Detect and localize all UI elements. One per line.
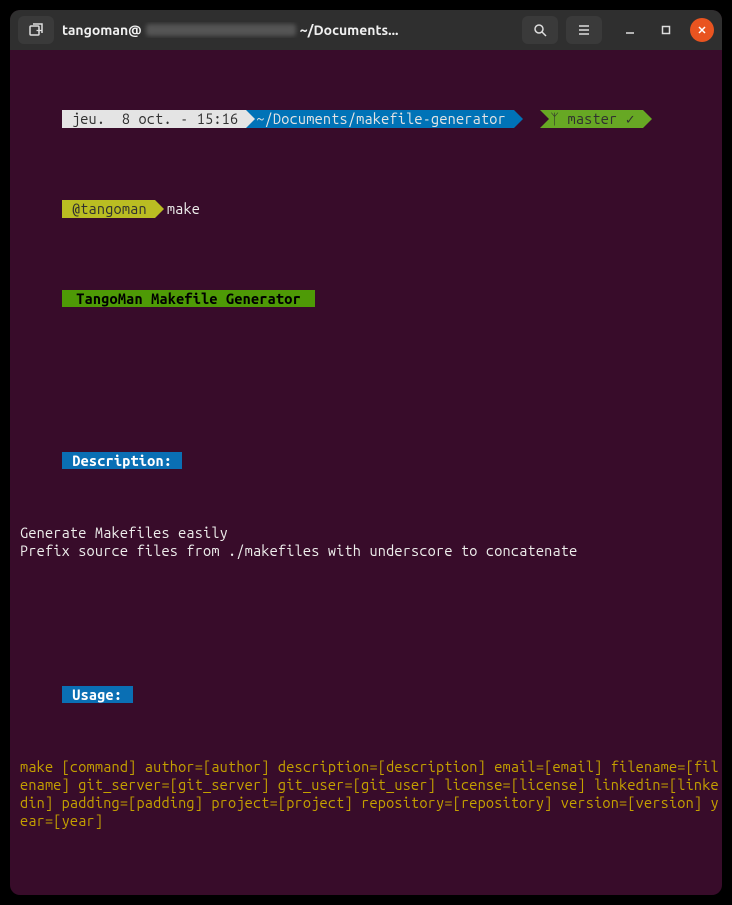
title-path: ~/Documents... — [300, 22, 399, 38]
description-line: Prefix source files from ./makefiles wit… — [12, 542, 720, 560]
usage-text: make [command] author=[author] descripti… — [12, 758, 720, 830]
window-title: tangoman@ ~/Documents... — [62, 22, 514, 38]
git-branch-icon: ᛉ — [550, 110, 567, 127]
close-button[interactable] — [690, 18, 714, 42]
prompt-line-1: jeu. 8 oct. - 15:16~/Documents/makefile-… — [12, 92, 720, 146]
prompt-command: make — [167, 200, 200, 217]
description-header: Description: — [12, 434, 720, 488]
title-blurred-host — [146, 24, 296, 36]
prompt-path: ~/Documents/makefile-generator — [246, 110, 514, 128]
terminal-window: tangoman@ ~/Documents... jeu. 8 oct. - 1… — [10, 10, 722, 895]
title-user: tangoman@ — [62, 22, 142, 38]
search-button[interactable] — [522, 16, 558, 44]
output-header: TangoMan Makefile Generator — [12, 272, 720, 326]
maximize-button[interactable] — [654, 18, 678, 42]
menu-button[interactable] — [566, 16, 602, 44]
new-tab-button[interactable] — [18, 16, 54, 44]
prompt-branch: ᛉ master ✓ — [540, 110, 642, 128]
minimize-button[interactable] — [618, 18, 642, 42]
prompt-date: jeu. 8 oct. - 15:16 — [62, 110, 246, 128]
prompt-line-2: @tangoman make — [12, 182, 720, 236]
titlebar: tangoman@ ~/Documents... — [10, 10, 722, 50]
usage-header: Usage: — [12, 668, 720, 722]
prompt-user: @tangoman — [62, 200, 155, 218]
description-line: Generate Makefiles easily — [12, 524, 720, 542]
terminal-body[interactable]: jeu. 8 oct. - 15:16~/Documents/makefile-… — [10, 50, 722, 895]
